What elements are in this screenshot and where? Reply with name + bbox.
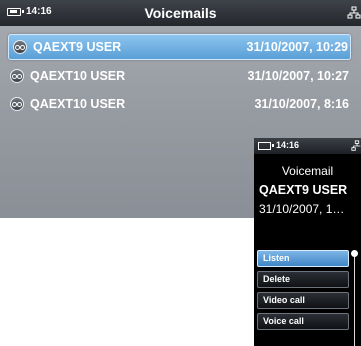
voicemail-icon: [13, 40, 27, 54]
voicemail-detail-screen: 14:16 Voicemail QAEXT9 USER 31/10/2007, …: [254, 138, 361, 346]
message-date: 31/10/2007, 10:29: [246, 40, 348, 54]
video-call-label: Video call: [263, 295, 305, 305]
message-date: 31/10/2007, 1…: [259, 202, 345, 216]
page-title: Voicemails: [144, 5, 217, 21]
voice-call-label: Voice call: [263, 316, 304, 326]
caller-name: QAEXT10 USER: [30, 69, 126, 83]
listen-label: Listen: [263, 253, 290, 263]
voicemail-list: QAEXT9 USER 31/10/2007, 10:29 QAEXT10 US…: [0, 34, 361, 116]
list-item[interactable]: QAEXT10 USER 31/10/2007, 8:16: [6, 92, 353, 116]
scrollbar-thumb[interactable]: [351, 250, 358, 257]
voicemail-icon: [10, 97, 24, 111]
status-time: 14:16: [276, 140, 300, 150]
network-icon: [347, 6, 361, 19]
message-date: 31/10/2007, 10:27: [247, 69, 349, 83]
action-menu: Listen Delete Video call Voice call: [254, 250, 354, 334]
voice-call-button[interactable]: Voice call: [257, 313, 349, 330]
scrollbar[interactable]: [354, 253, 355, 346]
message-date: 31/10/2007, 8:16: [254, 97, 349, 111]
caller-name: QAEXT9 USER: [33, 40, 122, 54]
delete-label: Delete: [263, 274, 291, 284]
detail-status-bar: 14:16: [254, 138, 361, 154]
status-bar: 14:16 Voicemails: [0, 0, 361, 26]
voicemail-icon: [10, 69, 24, 83]
list-item[interactable]: QAEXT9 USER 31/10/2007, 10:29: [8, 34, 351, 60]
video-call-button[interactable]: Video call: [257, 292, 349, 309]
network-icon: [351, 140, 361, 151]
caller-name: QAEXT9 USER: [259, 183, 348, 197]
caller-name: QAEXT10 USER: [30, 97, 126, 111]
delete-button[interactable]: Delete: [257, 271, 349, 288]
list-item[interactable]: QAEXT10 USER 31/10/2007, 10:27: [6, 64, 353, 88]
detail-title: Voicemail: [281, 164, 334, 178]
listen-button[interactable]: Listen: [257, 250, 349, 267]
battery-icon: [258, 142, 274, 150]
